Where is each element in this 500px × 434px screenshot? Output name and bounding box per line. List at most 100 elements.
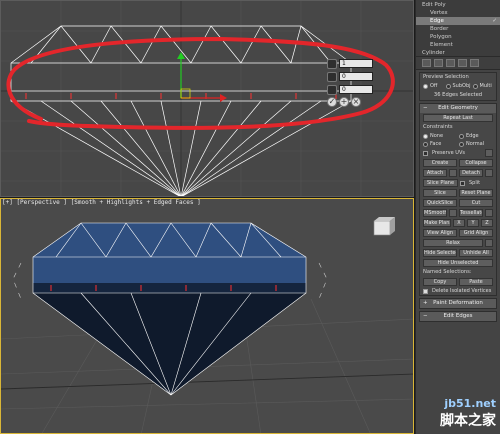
shaded-gem-persp [1, 217, 413, 433]
msmooth-button[interactable]: MSmooth [423, 209, 447, 217]
view-align-button[interactable]: View Align [423, 229, 457, 237]
stack-item-element[interactable]: Element [416, 41, 500, 49]
edit-edges-title: Edit Edges [443, 313, 473, 319]
relax-button[interactable]: Relax [423, 239, 483, 247]
reset-plane-button[interactable]: Reset Plane [459, 189, 493, 197]
stack-item-border[interactable]: Border [416, 25, 500, 33]
paint-deformation-header[interactable]: + Paint Deformation [420, 299, 496, 308]
attach-settings-icon[interactable] [449, 169, 457, 177]
modifier-stack[interactable]: Edit Poly Vertex Edge ✓ Border Polygon El… [416, 0, 500, 57]
viewcube-icon[interactable] [373, 217, 395, 236]
stack-item-vertex[interactable]: Vertex [416, 9, 500, 17]
stack-item-edge[interactable]: Edge ✓ [416, 17, 500, 25]
preview-multi-label: Multi [479, 83, 492, 89]
stack-item-edit-poly[interactable]: Edit Poly [416, 1, 500, 9]
constraint-none-label: None [430, 133, 444, 139]
constraint-normal-label: Normal [466, 141, 485, 147]
hide-selected-button[interactable]: Hide Selected [423, 249, 457, 257]
stack-toolbar [416, 57, 500, 70]
detach-settings-icon[interactable] [485, 169, 493, 177]
hide-unselected-button[interactable]: Hide Unselected [423, 259, 493, 267]
checkmark-icon: ✓ [492, 18, 497, 24]
collapse-icon: − [423, 313, 428, 319]
constraint-normal-radio[interactable]: Normal [459, 141, 493, 147]
caddy-pinch-field[interactable]: 0 [339, 72, 373, 81]
caddy-slide-field[interactable]: 0 [339, 85, 373, 94]
watermark: jb51.net 脚本之家 [440, 397, 496, 430]
paste-button[interactable]: Paste [459, 278, 493, 286]
preserve-uvs-label: Preserve UVs [432, 150, 465, 156]
split-checkbox[interactable]: Split [460, 180, 493, 186]
caddy-segments-icon [327, 58, 337, 69]
preview-multi-radio[interactable]: Multi [472, 83, 494, 89]
slice-button[interactable]: Slice [423, 189, 457, 197]
viewport-front[interactable]: 1 0 0 ✓ + × [0, 0, 414, 197]
constraint-face-label: Face [430, 141, 442, 147]
planar-y-button[interactable]: Y [467, 219, 479, 227]
selection-status: 36 Edges Selected [433, 92, 483, 98]
tessellate-settings-icon[interactable] [485, 209, 493, 217]
paint-deformation-rollout[interactable]: + Paint Deformation [419, 298, 497, 309]
detach-button[interactable]: Detach [459, 169, 483, 177]
unhide-all-button[interactable]: Unhide All [459, 249, 493, 257]
edge-caddy: 1 0 0 ✓ + × [327, 58, 373, 107]
grid-align-button[interactable]: Grid Align [459, 229, 493, 237]
edit-geometry-title: Edit Geometry [438, 105, 478, 111]
watermark-name: 脚本之家 [440, 413, 496, 429]
watermark-url: jb51.net [444, 397, 496, 410]
constraint-edge-label: Edge [466, 133, 479, 139]
caddy-segments-field[interactable]: 1 [339, 59, 373, 68]
edit-geometry-header[interactable]: − Edit Geometry [420, 104, 496, 113]
named-selections-label: Named Selections: [423, 269, 472, 275]
preserve-uvs-settings-icon[interactable] [485, 149, 493, 157]
caddy-ok-icon[interactable]: ✓ [327, 97, 337, 107]
caddy-pinch-icon [327, 71, 337, 82]
preserve-uvs-checkbox[interactable]: Preserve UVs [423, 150, 483, 156]
delete-isolated-label: Delete Isolated Vertices [432, 288, 492, 294]
preview-subobj-label: SubObj [452, 83, 471, 89]
make-unique-icon[interactable] [446, 59, 455, 67]
collapse-icon: − [423, 105, 428, 111]
expand-icon: + [423, 300, 428, 306]
planar-z-button[interactable]: Z [481, 219, 493, 227]
attach-button[interactable]: Attach [423, 169, 447, 177]
tessellate-button[interactable]: Tessellate [459, 209, 483, 217]
quickslice-button[interactable]: QuickSlice [423, 199, 457, 207]
pin-stack-icon[interactable] [422, 59, 431, 67]
preview-subobj-radio[interactable]: SubObj [445, 83, 471, 89]
constraint-edge-radio[interactable]: Edge [459, 133, 493, 139]
collapse-button[interactable]: Collapse [459, 159, 493, 167]
preview-selection-rollout: Preview Selection Off SubObj Multi 36 Ed… [419, 72, 497, 101]
viewport-perspective[interactable]: [+] [Perspective ] [Smooth + Highlights … [0, 198, 414, 434]
make-planar-button[interactable]: Make Planar [423, 219, 451, 227]
edit-edges-header[interactable]: − Edit Edges [420, 312, 496, 321]
caddy-slide-icon [327, 84, 337, 95]
edit-geometry-rollout: − Edit Geometry Repeat Last Constraints N… [419, 103, 497, 296]
repeat-last-button[interactable]: Repeat Last [423, 114, 493, 122]
constraint-face-radio[interactable]: Face [423, 141, 457, 147]
delete-isolated-checkbox[interactable]: Delete Isolated Vertices [423, 288, 493, 294]
msmooth-settings-icon[interactable] [449, 209, 457, 217]
stack-item-polygon[interactable]: Polygon [416, 33, 500, 41]
cut-button[interactable]: Cut [459, 199, 493, 207]
viewport-label[interactable]: [+] [Perspective ] [Smooth + Highlights … [2, 199, 201, 206]
constraint-none-radio[interactable]: None [423, 133, 457, 139]
create-button[interactable]: Create [423, 159, 457, 167]
remove-modifier-icon[interactable] [458, 59, 467, 67]
relax-settings-icon[interactable] [485, 239, 493, 247]
preview-off-label: Off [430, 83, 438, 89]
edit-edges-rollout[interactable]: − Edit Edges [419, 311, 497, 322]
configure-sets-icon[interactable] [470, 59, 479, 67]
copy-button[interactable]: Copy [423, 278, 457, 286]
preview-selection-label: Preview Selection [423, 74, 469, 80]
show-end-result-icon[interactable] [434, 59, 443, 67]
command-panel: Edit Poly Vertex Edge ✓ Border Polygon El… [415, 0, 500, 434]
caddy-apply-icon[interactable]: + [339, 97, 349, 107]
split-label: Split [469, 180, 481, 186]
app-window: 1 0 0 ✓ + × [+] [Perspective] [Smooth +… [0, 0, 500, 434]
stack-item-cylinder[interactable]: Cylinder [416, 49, 500, 57]
preview-off-radio[interactable]: Off [423, 83, 444, 89]
planar-x-button[interactable]: X [453, 219, 465, 227]
slice-plane-button[interactable]: Slice Plane [423, 179, 458, 187]
caddy-cancel-icon[interactable]: × [351, 97, 361, 107]
